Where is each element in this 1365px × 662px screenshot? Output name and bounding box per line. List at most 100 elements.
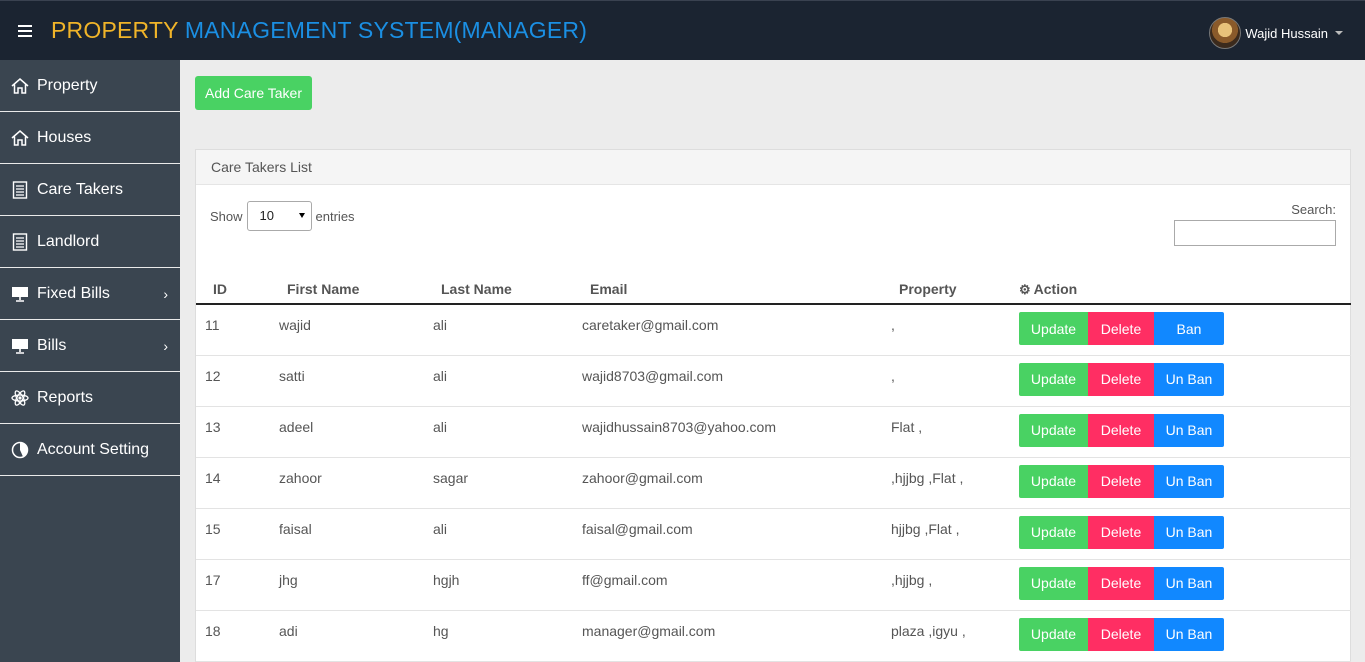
sidebar-item-label: Property [37, 76, 98, 94]
user-menu[interactable]: Wajid Hussain [1209, 17, 1343, 49]
delete-button[interactable]: Delete [1088, 312, 1154, 345]
gears-icon: ⚙ [1019, 281, 1031, 297]
cell-actions: Update Delete Ban [1019, 304, 1351, 356]
sidebar-item-label: Reports [37, 388, 94, 406]
cell-property: ,hjjbg , [882, 559, 1019, 611]
ban-toggle-button[interactable]: Un Ban [1154, 617, 1224, 651]
document-icon [10, 180, 30, 200]
search-input[interactable] [1174, 220, 1336, 246]
cell-id: 14 [196, 457, 270, 509]
sidebar-item-fixed-bills[interactable]: Fixed Bills › [0, 268, 180, 320]
sidebar-item-houses[interactable]: Houses [0, 112, 180, 164]
cell-id: 15 [196, 508, 270, 560]
table-row: 12 satti ali wajid8703@gmail.com, Update Dele… [196, 355, 1351, 407]
cell-actions: Update Delete Un Ban [1019, 610, 1351, 662]
update-button[interactable]: Update [1019, 362, 1088, 396]
update-button[interactable]: Update [1019, 566, 1088, 600]
cell-last-name: sagar [424, 457, 573, 509]
sidebar-item-label: Landlord [37, 232, 100, 250]
cell-actions: Update Delete Un Ban [1019, 406, 1351, 458]
delete-button[interactable]: Delete [1088, 515, 1154, 549]
user-name: Wajid Hussain [1245, 25, 1328, 41]
cell-email: caretaker@gmail.com [573, 304, 882, 356]
cell-first-name: adi [270, 610, 424, 662]
cell-last-name: hgjh [424, 559, 573, 611]
cell-email: ff@gmail.com [573, 559, 882, 611]
table-header-row: ID First Name Last Name Email Property ⚙… [196, 271, 1351, 305]
delete-button[interactable]: Delete [1088, 413, 1154, 447]
entries-label: entries [315, 208, 355, 224]
sidebar-item-account-setting[interactable]: Account Setting [0, 424, 180, 476]
atom-icon [10, 388, 30, 408]
sidebar-item-label: Fixed Bills [37, 284, 110, 302]
table-row: 13 adeel ali wajidhussain8703@yahoo.com Flat… [196, 406, 1351, 458]
sidebar-item-label: Care Takers [37, 180, 123, 198]
hamburger-menu-icon[interactable] [16, 22, 34, 38]
sidebar-item-label: Account Setting [37, 440, 150, 458]
cell-email: faisal@gmail.com [573, 508, 882, 560]
cell-id: 12 [196, 355, 270, 407]
ban-toggle-button[interactable]: Ban [1154, 312, 1224, 345]
delete-button[interactable]: Delete [1088, 566, 1154, 600]
ban-toggle-button[interactable]: Un Ban [1154, 362, 1224, 396]
search-label: Search: [1291, 202, 1336, 217]
monitor-icon [10, 336, 30, 356]
update-button[interactable]: Update [1019, 312, 1088, 345]
column-header-action[interactable]: ⚙ Action [1019, 271, 1351, 305]
table-row: 15 faisal ali faisal@gmail.com hjjbg ,Flat ,… [196, 508, 1351, 560]
update-button[interactable]: Update [1019, 464, 1088, 498]
update-button[interactable]: Update [1019, 413, 1088, 447]
update-button[interactable]: Update [1019, 617, 1088, 651]
cell-actions: Update Delete Un Ban [1019, 559, 1351, 611]
cell-last-name: ali [424, 406, 573, 458]
page-length-control: Show 10 entries [210, 201, 355, 231]
ban-toggle-button[interactable]: Un Ban [1154, 464, 1224, 498]
column-header-email[interactable]: Email [573, 271, 882, 305]
app-title-part2: MANAGEMENT SYSTEM(MANAGER) [184, 17, 588, 43]
column-header-id[interactable]: ID [196, 271, 270, 305]
page-length-select[interactable]: 10 [246, 201, 312, 231]
cell-email: wajidhussain8703@yahoo.com [573, 406, 882, 458]
cell-property: , [882, 355, 1019, 407]
caret-down-icon [1335, 31, 1343, 35]
cell-first-name: jhg [270, 559, 424, 611]
cell-first-name: wajid [270, 304, 424, 356]
panel-title: Care Takers List [196, 150, 1350, 185]
column-header-first-name[interactable]: First Name [270, 271, 424, 305]
cell-first-name: faisal [270, 508, 424, 560]
ban-toggle-button[interactable]: Un Ban [1154, 515, 1224, 549]
sidebar-item-care-takers[interactable]: Care Takers [0, 164, 180, 216]
sidebar-item-property[interactable]: Property [0, 60, 180, 112]
sidebar-item-landlord[interactable]: Landlord [0, 216, 180, 268]
cell-last-name: ali [424, 304, 573, 356]
update-button[interactable]: Update [1019, 515, 1088, 549]
care-takers-panel: Care Takers List Show 10 entries Search:… [195, 149, 1351, 662]
cell-email: wajid8703@gmail.com [573, 355, 882, 407]
home-icon [10, 76, 30, 96]
delete-button[interactable]: Delete [1088, 464, 1154, 498]
ban-toggle-button[interactable]: Un Ban [1154, 413, 1224, 447]
cell-actions: Update Delete Un Ban [1019, 457, 1351, 509]
add-care-taker-button[interactable]: Add Care Taker [195, 76, 312, 110]
column-header-property[interactable]: Property [882, 271, 1019, 305]
column-header-last-name[interactable]: Last Name [424, 271, 573, 305]
avatar [1209, 17, 1242, 49]
ban-toggle-button[interactable]: Un Ban [1154, 566, 1224, 600]
cell-email: manager@gmail.com [573, 610, 882, 662]
cell-property: hjjbg ,Flat , [882, 508, 1019, 560]
app-title: PROPERTY MANAGEMENT SYSTEM(MANAGER) [51, 17, 587, 44]
pie-chart-icon [10, 440, 30, 460]
app-title-part1: PROPERTY [51, 17, 179, 43]
page-length-value: 10 [259, 208, 274, 223]
main-content: Add Care Taker Care Takers List Show 10 … [180, 60, 1365, 662]
cell-property: Flat , [882, 406, 1019, 458]
sidebar-item-reports[interactable]: Reports [0, 372, 180, 424]
cell-email: zahoor@gmail.com [573, 457, 882, 509]
cell-first-name: adeel [270, 406, 424, 458]
cell-property: plaza ,igyu , [882, 610, 1019, 662]
delete-button[interactable]: Delete [1088, 617, 1154, 651]
sidebar-item-bills[interactable]: Bills › [0, 320, 180, 372]
cell-actions: Update Delete Un Ban [1019, 355, 1351, 407]
delete-button[interactable]: Delete [1088, 362, 1154, 396]
cell-id: 11 [196, 304, 270, 356]
